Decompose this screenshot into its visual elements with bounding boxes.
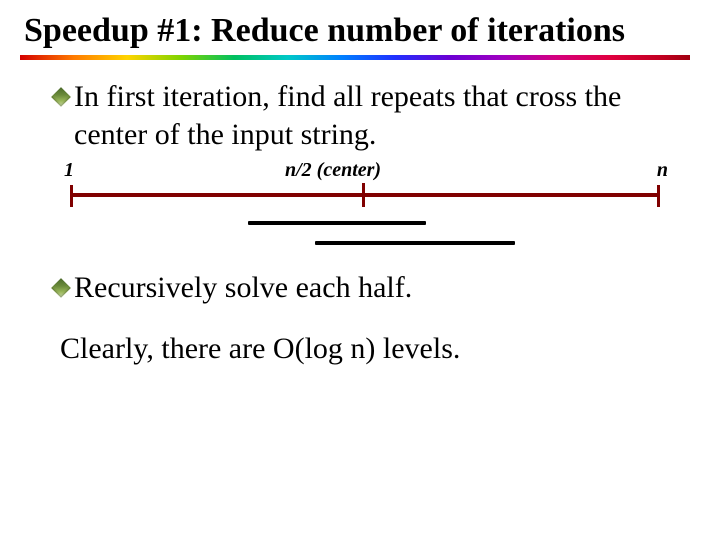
bullet-2-text: Recursively solve each half. bbox=[74, 269, 412, 307]
tick-left bbox=[70, 185, 73, 207]
label-right: n bbox=[657, 159, 668, 182]
slide-body: In first iteration, find all repeats tha… bbox=[24, 60, 700, 368]
bullet-2: Recursively solve each half. bbox=[54, 269, 690, 307]
slide: Speedup #1: Reduce number of iterations … bbox=[0, 0, 720, 540]
tick-center bbox=[362, 183, 365, 207]
bullet-1-text: In first iteration, find all repeats tha… bbox=[74, 78, 690, 153]
string-diagram: 1 n/2 (center) n bbox=[60, 159, 680, 269]
label-left: 1 bbox=[64, 159, 74, 182]
tick-right bbox=[657, 185, 660, 207]
repeat-segment-b bbox=[315, 241, 515, 245]
slide-title: Speedup #1: Reduce number of iterations bbox=[24, 12, 700, 49]
closing-text: Clearly, there are O(log n) levels. bbox=[60, 329, 690, 368]
axis-line bbox=[70, 193, 660, 197]
diamond-icon bbox=[51, 87, 71, 107]
repeat-segment-a bbox=[248, 221, 426, 225]
label-center: n/2 (center) bbox=[285, 159, 381, 182]
diamond-icon bbox=[51, 278, 71, 298]
bullet-1: In first iteration, find all repeats tha… bbox=[54, 78, 690, 153]
